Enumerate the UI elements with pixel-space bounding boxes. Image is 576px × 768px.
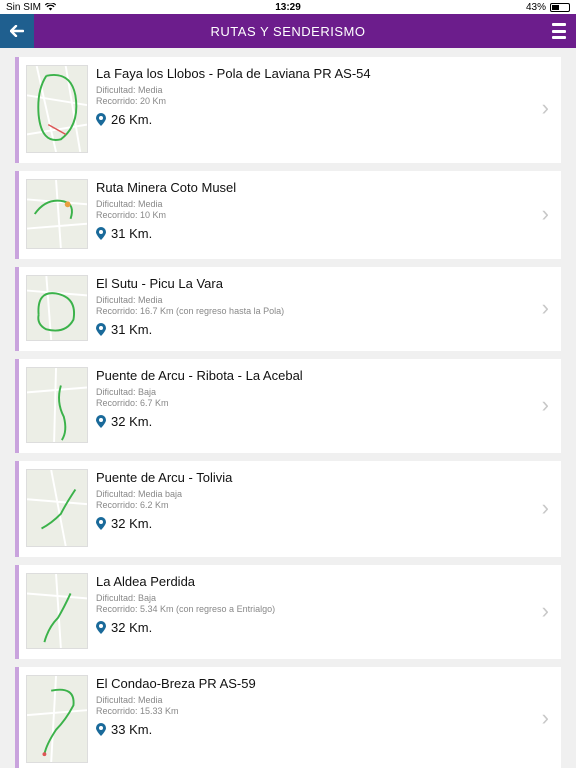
- route-info: Puente de Arcu - Ribota - La Acebal Difi…: [96, 368, 303, 429]
- route-name: Puente de Arcu - Ribota - La Acebal: [96, 368, 303, 383]
- status-left: Sin SIM: [6, 1, 57, 13]
- menu-button[interactable]: [552, 23, 566, 39]
- route-info: La Aldea Perdida Dificultad: Baja Recorr…: [96, 574, 275, 635]
- hamburger-menu-icon: [552, 23, 566, 26]
- page-title: RUTAS Y SENDERISMO: [210, 23, 366, 39]
- clock: 13:29: [275, 1, 301, 13]
- route-info: La Faya los Llobos - Pola de Laviana PR …: [96, 66, 371, 127]
- battery-fill: [552, 4, 559, 10]
- menu-bar: [552, 29, 566, 33]
- route-card[interactable]: El Condao-Breza PR AS-59 Dificultad: Med…: [15, 667, 561, 768]
- chevron-right-icon: ›: [541, 495, 549, 520]
- route-distance: Recorrido: 16.7 Km (con regreso hasta la…: [96, 306, 285, 316]
- status-bar: Sin SIM 13:29 43%: [0, 0, 576, 14]
- route-name: El Sutu - Picu La Vara: [96, 276, 223, 291]
- back-button[interactable]: [0, 14, 34, 48]
- route-list: La Faya los Llobos - Pola de Laviana PR …: [0, 48, 576, 768]
- route-distance: Recorrido: 15.33 Km: [96, 706, 179, 716]
- chevron-right-icon: ›: [541, 201, 549, 226]
- carrier-label: Sin SIM: [6, 1, 42, 13]
- location-pin-icon: [96, 113, 106, 126]
- route-km: 32 Km.: [96, 620, 275, 635]
- wifi-icon: [45, 3, 57, 11]
- route-difficulty: Dificultad: Baja: [96, 387, 157, 397]
- route-map-thumbnail: [26, 573, 88, 649]
- route-km-value: 31 Km.: [111, 322, 153, 337]
- route-info: El Sutu - Picu La Vara Dificultad: Media…: [96, 276, 284, 337]
- status-right: 43%: [526, 2, 570, 13]
- route-km-value: 33 Km.: [111, 722, 153, 737]
- battery-icon: [550, 2, 570, 12]
- location-pin-icon: [96, 621, 106, 634]
- route-distance: Recorrido: 5.34 Km (con regreso a Entria…: [96, 604, 276, 614]
- route-name: El Condao-Breza PR AS-59: [96, 676, 256, 691]
- route-map-thumbnail: [26, 275, 88, 341]
- route-map-thumbnail: [26, 675, 88, 763]
- route-difficulty: Dificultad: Media: [96, 85, 163, 95]
- arrow-left-icon: [10, 25, 24, 37]
- route-km: 31 Km.: [96, 226, 236, 241]
- route-km-value: 32 Km.: [111, 620, 153, 635]
- route-map-thumbnail: [26, 65, 88, 153]
- route-name: Puente de Arcu - Tolivia: [96, 470, 233, 485]
- location-pin-icon: [96, 723, 106, 736]
- route-distance: Recorrido: 6.2 Km: [96, 500, 169, 510]
- route-map-thumbnail: [26, 469, 88, 547]
- route-km-value: 32 Km.: [111, 516, 153, 531]
- route-difficulty: Dificultad: Media: [96, 695, 163, 705]
- route-card[interactable]: Puente de Arcu - Ribota - La Acebal Difi…: [15, 359, 561, 453]
- route-km: 31 Km.: [96, 322, 284, 337]
- route-info: Puente de Arcu - Tolivia Dificultad: Med…: [96, 470, 232, 531]
- location-pin-icon: [96, 415, 106, 428]
- nav-bar: RUTAS Y SENDERISMO: [0, 14, 576, 48]
- route-difficulty: Dificultad: Baja: [96, 593, 157, 603]
- menu-bar: [552, 36, 566, 39]
- route-distance: Recorrido: 20 Km: [96, 96, 167, 106]
- location-pin-icon: [96, 517, 106, 530]
- route-info: Ruta Minera Coto Musel Dificultad: Media…: [96, 180, 236, 241]
- route-difficulty: Dificultad: Media: [96, 199, 163, 209]
- route-difficulty: Dificultad: Media: [96, 295, 163, 305]
- route-card[interactable]: Puente de Arcu - Tolivia Dificultad: Med…: [15, 461, 561, 557]
- route-name: La Faya los Llobos - Pola de Laviana PR …: [96, 66, 371, 81]
- route-info: El Condao-Breza PR AS-59 Dificultad: Med…: [96, 676, 256, 737]
- route-km-value: 26 Km.: [111, 112, 153, 127]
- route-map-thumbnail: [26, 367, 88, 443]
- route-km: 32 Km.: [96, 414, 303, 429]
- route-card[interactable]: Ruta Minera Coto Musel Dificultad: Media…: [15, 171, 561, 259]
- route-km: 26 Km.: [96, 112, 371, 127]
- route-card[interactable]: La Faya los Llobos - Pola de Laviana PR …: [15, 57, 561, 163]
- route-difficulty: Dificultad: Media baja: [96, 489, 183, 499]
- route-map-thumbnail: [26, 179, 88, 249]
- route-km: 32 Km.: [96, 516, 232, 531]
- route-card[interactable]: La Aldea Perdida Dificultad: Baja Recorr…: [15, 565, 561, 659]
- chevron-right-icon: ›: [541, 392, 549, 417]
- location-pin-icon: [96, 323, 106, 336]
- route-km-value: 32 Km.: [111, 414, 153, 429]
- route-km: 33 Km.: [96, 722, 256, 737]
- route-name: La Aldea Perdida: [96, 574, 196, 589]
- chevron-right-icon: ›: [541, 295, 549, 320]
- chevron-right-icon: ›: [541, 598, 549, 623]
- location-pin-icon: [96, 227, 106, 240]
- route-distance: Recorrido: 10 Km: [96, 210, 167, 220]
- route-card[interactable]: El Sutu - Picu La Vara Dificultad: Media…: [15, 267, 561, 351]
- route-name: Ruta Minera Coto Musel: [96, 180, 237, 195]
- chevron-right-icon: ›: [541, 705, 549, 730]
- chevron-right-icon: ›: [541, 95, 549, 120]
- battery-percent: 43%: [525, 1, 546, 13]
- route-km-value: 31 Km.: [111, 226, 153, 241]
- route-distance: Recorrido: 6.7 Km: [96, 398, 169, 408]
